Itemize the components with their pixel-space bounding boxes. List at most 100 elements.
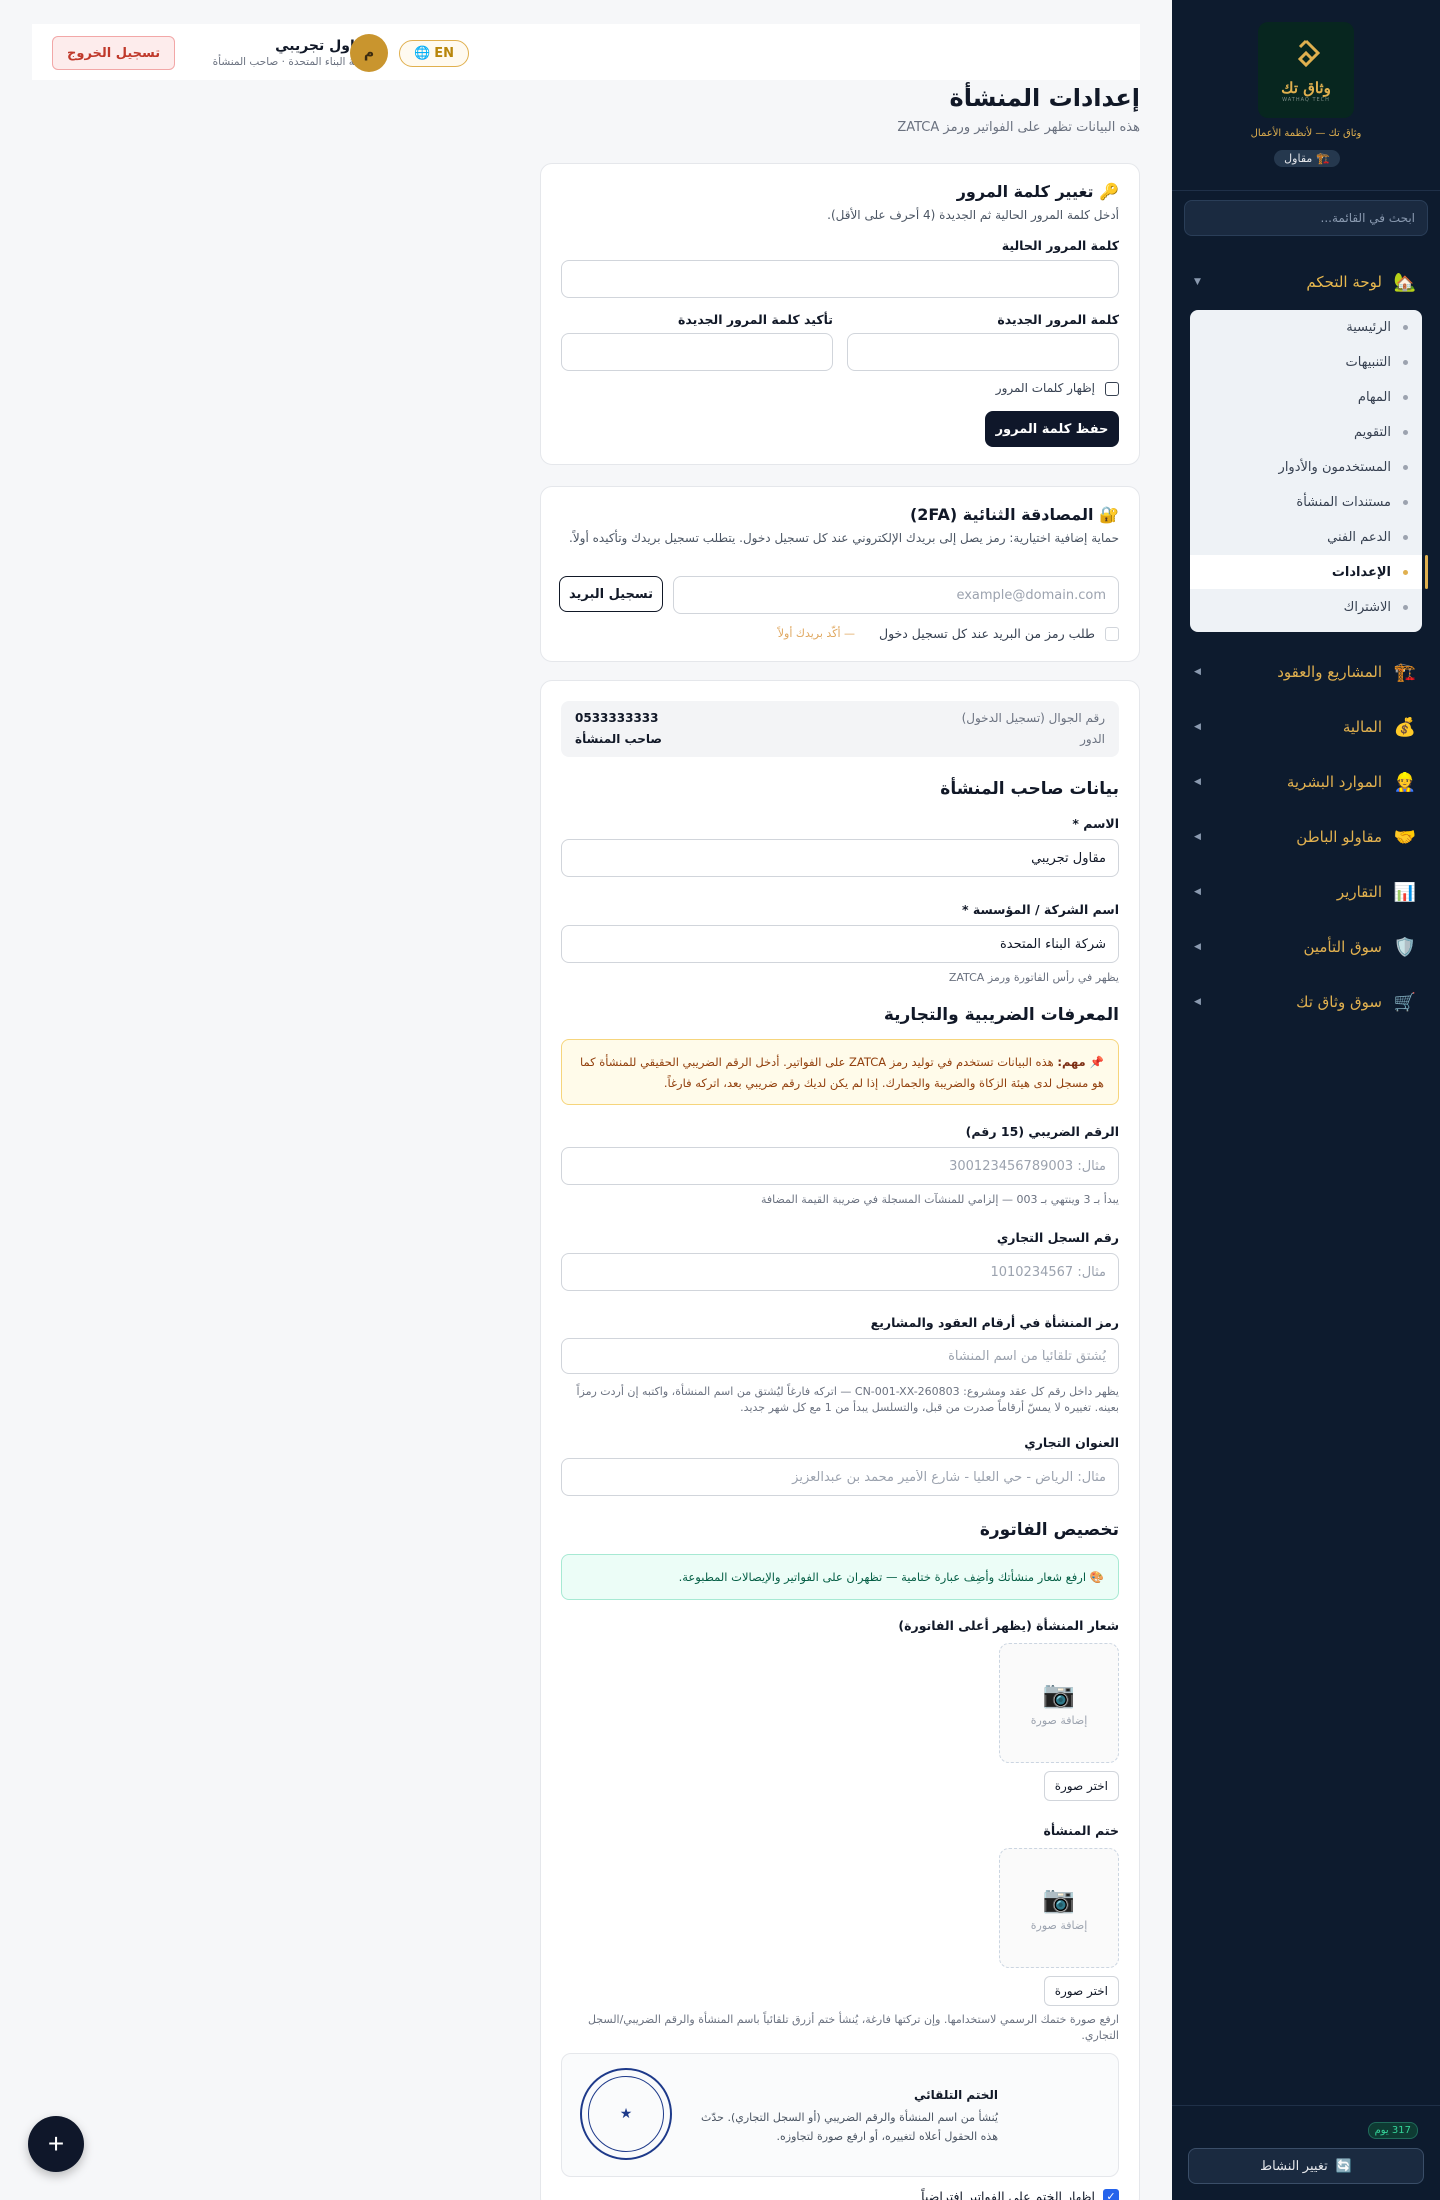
company-name-input[interactable]	[561, 925, 1119, 963]
vat-hint: يبدأ بـ 3 وينتهي بـ 003 — إلزامي للمنشآت…	[761, 1193, 1119, 1206]
nav-group-finance[interactable]: 💰 المالية ◀	[1184, 710, 1428, 744]
page-subtitle: هذه البيانات تظهر على الفواتير ورمز ZATC…	[897, 120, 1140, 135]
bar-chart-icon: 📊	[1393, 881, 1417, 903]
sidebar-item-label: التنبيهات	[1345, 354, 1391, 370]
quick-add-button[interactable]: +	[28, 2116, 84, 2172]
language-toggle-button[interactable]: EN 🌐	[399, 40, 469, 67]
seal-upload-area[interactable]: 📷 إضافة صورة	[999, 1848, 1119, 1968]
zatca-warning: 📌 مهم: هذه البيانات تستخدم في توليد رمز …	[561, 1039, 1119, 1105]
phone-row: رقم الجوال (تسجيل الدخول) 0533333333	[575, 711, 1105, 725]
chevron-left-icon: ◀	[1194, 777, 1201, 787]
chevron-left-icon: ◀	[1194, 832, 1201, 842]
sidebar-item-support[interactable]: الدعم الفني	[1190, 520, 1422, 554]
role-value: صاحب المنشأة	[575, 732, 662, 746]
sidebar-item-documents[interactable]: مستندات المنشأة	[1190, 485, 1422, 519]
avatar[interactable]: م	[350, 34, 388, 72]
save-password-button[interactable]: حفظ كلمة المرور	[985, 411, 1119, 447]
seal-image: ★	[580, 2068, 672, 2160]
require-code-label: طلب رمز من البريد عند كل تسجيل دخول	[879, 626, 1095, 641]
vat-label: الرقم الضريبي (15 رقم)	[965, 1124, 1119, 1139]
nav-group-dashboard[interactable]: 🏡 لوحة التحكم ▼	[1184, 265, 1428, 299]
bullet-icon	[1403, 569, 1408, 575]
add-image-label: إضافة صورة	[1030, 1918, 1088, 1932]
bullet-icon	[1403, 499, 1408, 505]
nav-group-projects[interactable]: 🏗️ المشاريع والعقود ◀	[1184, 655, 1428, 689]
choose-seal-button[interactable]: اختر صورة	[1043, 1976, 1119, 2006]
money-bag-icon: 💰	[1393, 716, 1417, 738]
show-seal-label: إظهار الختم على الفواتير افتراضياً	[921, 2189, 1095, 2200]
nav-group-subcontractors[interactable]: 🤝 مقاولو الباطن ◀	[1184, 820, 1428, 854]
sidebar-item-subscription[interactable]: الاشتراك	[1190, 590, 1422, 624]
chevron-left-icon: ◀	[1194, 887, 1201, 897]
card-title: 🔑 تغيير كلمة المرور	[956, 182, 1119, 201]
new-password-label: كلمة المرور الجديدة	[997, 312, 1119, 327]
nav-group-reports[interactable]: 📊 التقارير ◀	[1184, 875, 1428, 909]
sidebar-item-alerts[interactable]: التنبيهات	[1190, 345, 1422, 379]
show-passwords-checkbox[interactable]	[1105, 382, 1119, 396]
sidebar-item-settings[interactable]: الإعدادات	[1190, 555, 1422, 589]
dashboard-submenu: الرئيسية التنبيهات المهام التقويم المستخ…	[1190, 310, 1428, 632]
sidebar-item-home[interactable]: الرئيسية	[1190, 310, 1422, 344]
bullet-icon	[1403, 429, 1408, 435]
confirm-password-input[interactable]	[561, 333, 833, 371]
nav-group-label: مقاولو الباطن	[1296, 828, 1382, 846]
sidebar-item-users-roles[interactable]: المستخدمون والأدوار	[1190, 450, 1422, 484]
choose-logo-button[interactable]: اختر صورة	[1043, 1771, 1119, 1801]
card-description: أدخل كلمة المرور الحالية ثم الجديدة (4 أ…	[827, 208, 1119, 222]
owner-name-input[interactable]	[561, 839, 1119, 877]
brand-logo[interactable]: وثاق تك WATHAQ TECH	[1258, 22, 1354, 118]
show-passwords-label: إظهار كلمات المرور	[995, 381, 1095, 395]
require-code-checkbox[interactable]	[1105, 627, 1119, 641]
shield-icon: 🛡️	[1393, 936, 1417, 958]
entity-code-hint: يظهر داخل رقم كل عقد ومشروع: CN-001-XX-2…	[576, 1385, 1119, 1414]
name-label: الاسم *	[1072, 816, 1119, 831]
add-image-label: إضافة صورة	[1030, 1713, 1088, 1727]
company-hint: يظهر في رأس الفاتورة ورمز ZATCA	[948, 971, 1119, 984]
vat-number-input[interactable]	[561, 1147, 1119, 1185]
worker-icon: 👷	[1393, 771, 1417, 793]
logo-mark-icon	[1297, 39, 1321, 68]
sidebar-search-input[interactable]	[1184, 200, 1428, 236]
camera-icon: 📷	[1042, 1884, 1076, 1915]
topbar: تسجيل الخروج مقاول تجريبي شركة البناء ال…	[32, 24, 1140, 80]
role-row: الدور صاحب المنشأة	[575, 732, 1105, 746]
role-label: مقاول	[1284, 152, 1313, 165]
logo-upload-area[interactable]: 📷 إضافة صورة	[999, 1643, 1119, 1763]
logout-button[interactable]: تسجيل الخروج	[52, 36, 176, 70]
camera-icon: 📷	[1042, 1679, 1076, 1710]
register-email-button[interactable]: تسجيل البريد	[559, 576, 663, 612]
entity-code-input[interactable]	[561, 1338, 1119, 1374]
phone-value: 0533333333	[575, 711, 659, 725]
nav-group-label: سوق التأمين	[1303, 938, 1382, 956]
nav-group-hr[interactable]: 👷 الموارد البشرية ◀	[1184, 765, 1428, 799]
nav-group-label: الموارد البشرية	[1286, 773, 1382, 791]
business-settings-card: رقم الجوال (تسجيل الدخول) 0533333333 الد…	[540, 680, 1140, 2200]
current-password-input[interactable]	[561, 260, 1119, 298]
show-seal-checkbox[interactable]: ✓	[1103, 2189, 1119, 2200]
email-field[interactable]	[673, 576, 1119, 614]
entity-code-label: رمز المنشأة في أرقام العقود والمشاريع	[870, 1315, 1119, 1330]
crane-icon: 🏗️	[1393, 661, 1417, 683]
cr-label: رقم السجل التجاري	[996, 1230, 1119, 1245]
sidebar-item-label: مستندات المنشأة	[1296, 494, 1391, 510]
sidebar-item-label: المستخدمون والأدوار	[1278, 459, 1391, 475]
user-info: مقاول تجريبي شركة البناء المتحدة · صاحب …	[174, 38, 374, 68]
warning-text: هذه البيانات تستخدم في توليد رمز ZATCA ع…	[579, 1055, 1104, 1090]
cr-number-input[interactable]	[561, 1253, 1119, 1291]
confirm-password-label: تأكيد كلمة المرور الجديدة	[678, 312, 833, 327]
chevron-left-icon: ◀	[1194, 942, 1201, 952]
business-address-input[interactable]	[561, 1458, 1119, 1496]
new-password-input[interactable]	[847, 333, 1119, 371]
role-key: الدور	[1080, 732, 1105, 746]
confirm-email-first-note: — أكّد بريدك أولاً	[777, 627, 855, 640]
nav-group-insurance[interactable]: 🛡️ سوق التأمين ◀	[1184, 930, 1428, 964]
globe-icon: 🌐	[414, 46, 431, 61]
nav-group-marketplace[interactable]: 🛒 سوق وثاق تك ◀	[1184, 985, 1428, 1019]
sidebar-item-tasks[interactable]: المهام	[1190, 380, 1422, 414]
sidebar-item-calendar[interactable]: التقويم	[1190, 415, 1422, 449]
page-title: إعدادات المنشأة	[949, 84, 1140, 112]
handshake-icon: 🤝	[1393, 826, 1417, 848]
bullet-icon	[1403, 604, 1408, 610]
switch-activity-button[interactable]: 🔄 تغيير النشاط	[1188, 2148, 1424, 2184]
bullet-icon	[1403, 324, 1408, 330]
